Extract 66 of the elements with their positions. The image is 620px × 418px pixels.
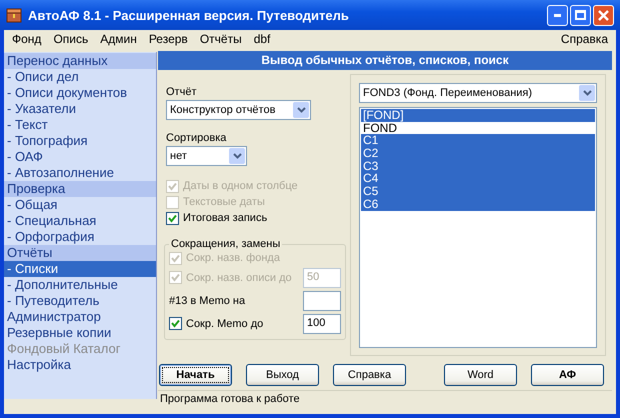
button[interactable]: Справка [333, 364, 406, 386]
sidebar-item[interactable]: Проверка [4, 181, 156, 197]
list-item[interactable]: [FOND] [361, 109, 595, 122]
sidebar-item[interactable]: - Описи дел [4, 69, 156, 85]
input-field[interactable]: 100 [303, 314, 341, 334]
button[interactable]: Начать [159, 364, 232, 386]
sidebar-item[interactable]: - Топография [4, 133, 156, 149]
minimize-icon [554, 14, 561, 16]
window-title: АвтоАФ 8.1 - Расширенная версия. Путеводитель [28, 8, 350, 22]
sort-dropdown[interactable]: нет [166, 146, 247, 166]
button[interactable]: Word [444, 364, 517, 386]
list-item[interactable]: FOND [361, 122, 595, 134]
chest-icon [6, 7, 22, 23]
close-button[interactable] [593, 4, 614, 26]
sidebar-item[interactable]: Резервные копии [4, 325, 156, 341]
minimize-button[interactable] [547, 4, 568, 26]
checkbox[interactable] [169, 317, 182, 330]
menu-item[interactable]: Справка [554, 32, 614, 46]
checkbox-label: Текстовые даты [183, 196, 265, 208]
sidebar-item[interactable]: - Указатели [4, 101, 156, 117]
checkbox[interactable] [166, 212, 179, 224]
close-icon [598, 10, 609, 20]
status-bar: Программа готова к работе [158, 390, 612, 407]
checkbox-label: Сокр. назв. описи до [186, 272, 292, 284]
field-label: #13 в Memo на [169, 294, 246, 306]
report-dropdown[interactable]: Конструктор отчётов [166, 100, 311, 120]
field-label: Отчёт [166, 86, 198, 98]
menu-item[interactable]: Опись [47, 32, 94, 46]
checkbox-label: Итоговая запись [183, 212, 268, 224]
sidebar-item[interactable]: - Дополнительные [4, 277, 156, 293]
sidebar-item[interactable]: - Описи документов [4, 85, 156, 101]
sidebar-item[interactable]: - Автозаполнение [4, 165, 156, 181]
menu-item[interactable]: Резерв [142, 32, 194, 46]
sidebar-item[interactable]: - ОАФ [4, 149, 156, 165]
menu-item[interactable]: dbf [248, 32, 276, 46]
sidebar-item[interactable]: Настройка [4, 357, 156, 373]
maximize-button[interactable] [570, 4, 591, 26]
section-header: Вывод обычных отчётов, списков, поиск [158, 51, 612, 70]
field-label: Сортировка [166, 132, 228, 144]
list-item[interactable]: C2 [361, 147, 595, 160]
list-item[interactable]: C1 [361, 134, 595, 148]
sidebar-item[interactable]: Администратор [4, 309, 156, 325]
sidebar-item[interactable]: Перенос данных [4, 53, 156, 69]
menu-item[interactable]: Админ [94, 32, 143, 46]
menu-item[interactable]: Отчёты [194, 32, 248, 46]
sidebar-item[interactable]: - Списки [4, 261, 156, 277]
checkbox-label: Даты в одном столбце [183, 180, 298, 192]
list-item[interactable]: C4 [361, 172, 595, 186]
sidebar-item[interactable]: Отчёты [4, 245, 156, 261]
button[interactable]: Выход [246, 364, 319, 386]
sidebar-item[interactable]: - Путеводитель [4, 293, 156, 309]
sidebar-item[interactable]: - Специальная [4, 213, 156, 229]
table-dropdown[interactable]: FOND3 (Фонд. Переименования) [359, 83, 597, 103]
checkbox-label: Сокр. Memo до [186, 318, 264, 330]
list-item[interactable]: C3 [361, 160, 595, 172]
group-title: Сокращения, замены [170, 238, 282, 250]
sidebar-item[interactable]: - Общая [4, 197, 156, 213]
sidebar-item[interactable]: - Текст [4, 117, 156, 133]
maximize-icon [575, 10, 586, 20]
menu-item[interactable]: Фонд [6, 32, 48, 46]
list-item[interactable]: C5 [361, 185, 595, 198]
button[interactable]: АФ [531, 364, 604, 386]
sidebar-item[interactable]: - Орфография [4, 229, 156, 245]
input-field[interactable] [303, 290, 341, 310]
list-item[interactable]: C6 [361, 198, 595, 210]
checkbox-label: Сокр. назв. фонда [186, 252, 280, 264]
